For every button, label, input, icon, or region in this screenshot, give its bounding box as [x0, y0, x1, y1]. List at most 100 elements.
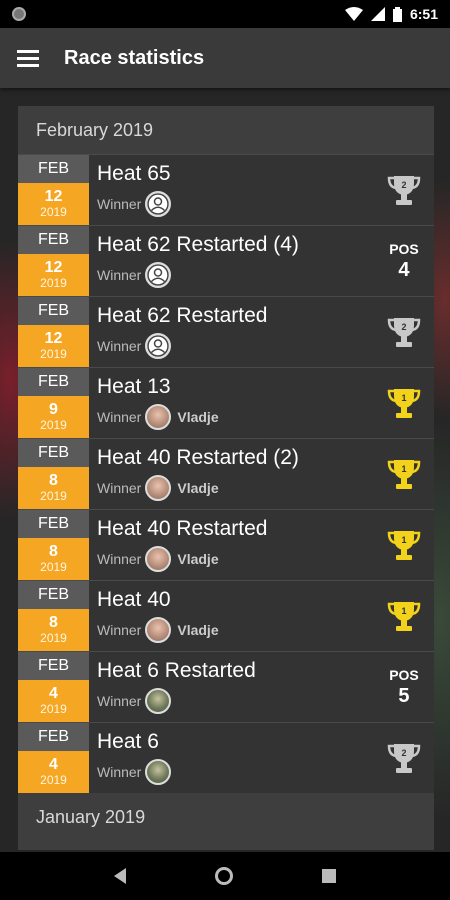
home-icon[interactable] [214, 867, 233, 885]
heat-name: Heat 62 Restarted (4) [97, 233, 299, 256]
date-year: 2019 [40, 489, 67, 503]
heat-name: Heat 62 Restarted [97, 304, 268, 327]
date-day: 8 [49, 614, 58, 631]
svg-text:2: 2 [401, 180, 406, 190]
silver-trophy-icon: 2 [386, 741, 422, 775]
heat-name: Heat 40 Restarted (2) [97, 446, 299, 469]
silver-trophy-icon: 2 [386, 173, 422, 207]
date-day-block: 8 2019 [18, 538, 89, 580]
winner-label: Winner [97, 480, 142, 496]
heat-name: Heat 6 Restarted [97, 659, 256, 682]
race-list[interactable]: February 2019 FEB 12 2019 Heat 65 Winner 2 FEB 1… [18, 106, 434, 850]
date-badge: FEB 12 2019 [18, 297, 89, 367]
section-header: January 2019 [18, 793, 434, 841]
date-year: 2019 [40, 631, 67, 645]
notification-icon [12, 7, 26, 21]
race-result: POS 5 [374, 652, 434, 722]
date-year: 2019 [40, 773, 67, 787]
race-info: Heat 40 Winner Vladje [89, 581, 374, 651]
recents-icon[interactable] [321, 869, 336, 883]
winner-label: Winner [97, 551, 142, 567]
date-month: FEB [18, 652, 89, 680]
date-month: FEB [18, 297, 89, 325]
position-label: POS [389, 667, 419, 683]
race-row[interactable]: FEB 4 2019 Heat 6 Winner 2 [18, 722, 434, 793]
race-row[interactable]: FEB 8 2019 Heat 40 Restarted Winner Vladje 1 [18, 509, 434, 580]
winner-label: Winner [97, 338, 142, 354]
race-row[interactable]: FEB 9 2019 Heat 13 Winner Vladje 1 [18, 367, 434, 438]
date-year: 2019 [40, 205, 67, 219]
race-row[interactable]: FEB 12 2019 Heat 62 Restarted (4) Winner POS 4 [18, 225, 434, 296]
gold-trophy-icon: 1 [386, 457, 422, 491]
avatar [145, 617, 172, 643]
date-day: 12 [44, 188, 63, 205]
menu-icon[interactable] [0, 28, 56, 88]
avatar [145, 404, 172, 430]
avatar [145, 688, 172, 714]
race-result: 2 [374, 297, 434, 367]
section-header: February 2019 [18, 106, 434, 154]
winner-name: Vladje [177, 409, 219, 425]
winner-line: Winner Vladje [97, 404, 374, 430]
date-month: FEB [18, 226, 89, 254]
winner-line: Winner [97, 262, 374, 288]
position-label: POS [389, 241, 419, 257]
date-day-block: 8 2019 [18, 467, 89, 509]
status-bar: 6:51 [0, 0, 450, 28]
wifi-icon [344, 7, 363, 21]
date-day: 12 [44, 259, 63, 276]
svg-text:2: 2 [401, 322, 406, 332]
date-day-block: 12 2019 [18, 254, 89, 296]
signal-icon [370, 7, 385, 21]
date-year: 2019 [40, 347, 67, 361]
race-row[interactable]: FEB 8 2019 Heat 40 Restarted (2) Winner Vladj… [18, 438, 434, 509]
svg-text:1: 1 [401, 535, 406, 545]
race-info: Heat 6 Winner [89, 723, 374, 793]
position-value: 4 [398, 259, 410, 281]
avatar [145, 546, 172, 572]
date-month: FEB [18, 155, 89, 183]
race-info: Heat 65 Winner [89, 155, 374, 225]
race-info: Heat 40 Restarted Winner Vladje [89, 510, 374, 580]
heat-name: Heat 40 Restarted [97, 517, 268, 540]
svg-text:1: 1 [401, 393, 406, 403]
gold-trophy-icon: 1 [386, 599, 422, 633]
avatar-placeholder-icon [145, 262, 172, 288]
date-day: 9 [49, 401, 58, 418]
winner-label: Winner [97, 764, 142, 780]
race-row[interactable]: FEB 4 2019 Heat 6 Restarted Winner POS 5 [18, 651, 434, 722]
date-month: FEB [18, 510, 89, 538]
date-badge: FEB 12 2019 [18, 155, 89, 225]
app-bar: Race statistics [0, 28, 450, 88]
svg-text:2: 2 [401, 748, 406, 758]
date-year: 2019 [40, 560, 67, 574]
date-day: 8 [49, 472, 58, 489]
back-icon[interactable] [114, 868, 127, 884]
date-day: 8 [49, 543, 58, 560]
svg-text:1: 1 [401, 464, 406, 474]
date-badge: FEB 8 2019 [18, 510, 89, 580]
race-row[interactable]: FEB 8 2019 Heat 40 Winner Vladje 1 [18, 580, 434, 651]
date-day: 4 [49, 756, 58, 773]
date-day: 4 [49, 685, 58, 702]
date-day: 12 [44, 330, 63, 347]
winner-line: Winner Vladje [97, 475, 374, 501]
winner-label: Winner [97, 622, 142, 638]
date-day-block: 8 2019 [18, 609, 89, 651]
heat-name: Heat 65 [97, 162, 171, 185]
winner-line: Winner [97, 191, 374, 217]
race-result: 1 [374, 368, 434, 438]
winner-line: Winner Vladje [97, 546, 374, 572]
date-month: FEB [18, 439, 89, 467]
race-row[interactable]: FEB 12 2019 Heat 62 Restarted Winner 2 [18, 296, 434, 367]
avatar [145, 475, 172, 501]
date-badge: FEB 4 2019 [18, 723, 89, 793]
page-title: Race statistics [64, 46, 205, 69]
navigation-bar [0, 852, 450, 900]
date-badge: FEB 8 2019 [18, 581, 89, 651]
race-row[interactable]: FEB 12 2019 Heat 65 Winner 2 [18, 154, 434, 225]
winner-line: Winner [97, 759, 374, 785]
winner-label: Winner [97, 267, 142, 283]
date-year: 2019 [40, 418, 67, 432]
avatar [145, 759, 172, 785]
